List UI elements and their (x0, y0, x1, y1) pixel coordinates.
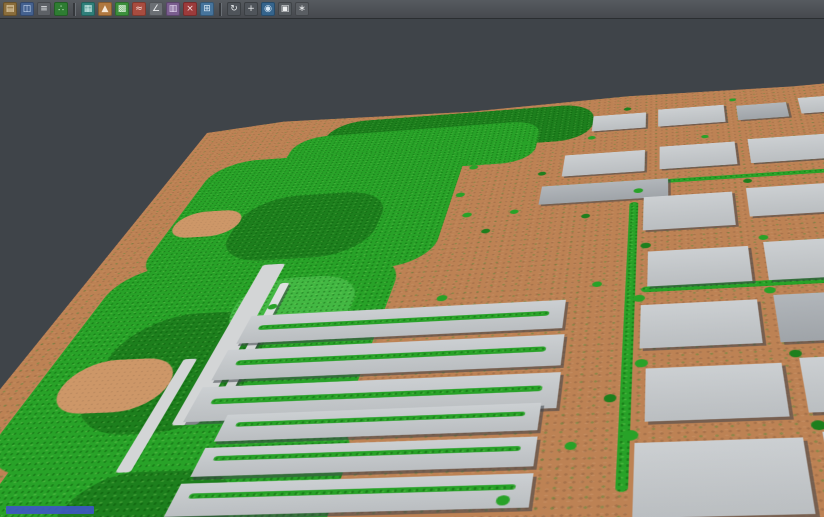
tree-point (588, 136, 596, 140)
measure-icon[interactable]: ∠ (149, 2, 163, 16)
zoom-fit-icon[interactable]: ⊞ (200, 2, 214, 16)
crop-icon[interactable]: ▥ (166, 2, 180, 16)
building-roof (645, 363, 790, 422)
building-roof (562, 150, 645, 177)
tree-point (469, 165, 479, 170)
tree-point (624, 107, 632, 111)
tree-point (462, 212, 473, 217)
tree-point (810, 420, 824, 430)
building-roof (658, 105, 725, 127)
tree-point (604, 394, 617, 403)
tree-point (789, 349, 803, 357)
pan-view-icon[interactable]: + (244, 2, 258, 16)
main-toolbar: ▤◫≡∴ ▦▲▩≈∠▥×⊞ ↻+◉▣∗ (0, 0, 824, 19)
tree-point (633, 295, 645, 303)
tree-point (701, 135, 709, 139)
tree-point (592, 281, 602, 287)
building-roof (660, 142, 738, 170)
building-roof (640, 299, 763, 348)
tree-point (481, 229, 491, 234)
3d-render-viewport[interactable] (0, 19, 824, 517)
tree-point (564, 442, 577, 451)
building-roof-dark (773, 290, 824, 343)
building-roof (747, 133, 824, 163)
point-cloud-icon[interactable]: ∴ (54, 2, 68, 16)
application-window: ▤◫≡∴ ▦▲▩≈∠▥×⊞ ↻+◉▣∗ (0, 0, 824, 517)
tree-point (538, 171, 547, 175)
building-roof-dark (736, 102, 789, 120)
building-roof (746, 183, 824, 217)
toolbar-separator (219, 3, 222, 16)
globe-icon[interactable]: ◉ (261, 2, 275, 16)
building-roof (592, 112, 646, 131)
tree-point (581, 214, 590, 219)
building-roof (798, 93, 824, 113)
classification-icon[interactable]: ▩ (115, 2, 129, 16)
tree-point (623, 430, 639, 441)
tree-point (509, 209, 519, 214)
delete-selection-icon[interactable]: × (183, 2, 197, 16)
building-roof (763, 237, 824, 281)
tree-point (764, 287, 776, 294)
color-ramp-icon[interactable]: ≈ (132, 2, 146, 16)
building-roof (647, 246, 752, 287)
save-icon[interactable]: ◫ (20, 2, 34, 16)
rotate-view-icon[interactable]: ↻ (227, 2, 241, 16)
settings-icon[interactable]: ∗ (295, 2, 309, 16)
terrain-icon[interactable]: ▲ (98, 2, 112, 16)
snapshot-icon[interactable]: ▣ (278, 2, 292, 16)
tree-point (640, 242, 650, 248)
tree-point (635, 359, 648, 368)
mesh-icon[interactable]: ▦ (81, 2, 95, 16)
scale-bar (6, 506, 94, 514)
open-project-icon[interactable]: ▤ (3, 2, 17, 16)
building-roof (632, 437, 815, 517)
building-roof (643, 192, 736, 231)
tree-point (743, 179, 752, 184)
tree-point (436, 295, 448, 302)
toolbar-separator (73, 3, 76, 16)
tree-point (729, 98, 736, 101)
tree-point (758, 235, 768, 241)
layers-icon[interactable]: ≡ (37, 2, 51, 16)
point-cloud-terrain (0, 67, 824, 517)
building-roof (799, 353, 824, 413)
tree-point (455, 192, 465, 197)
